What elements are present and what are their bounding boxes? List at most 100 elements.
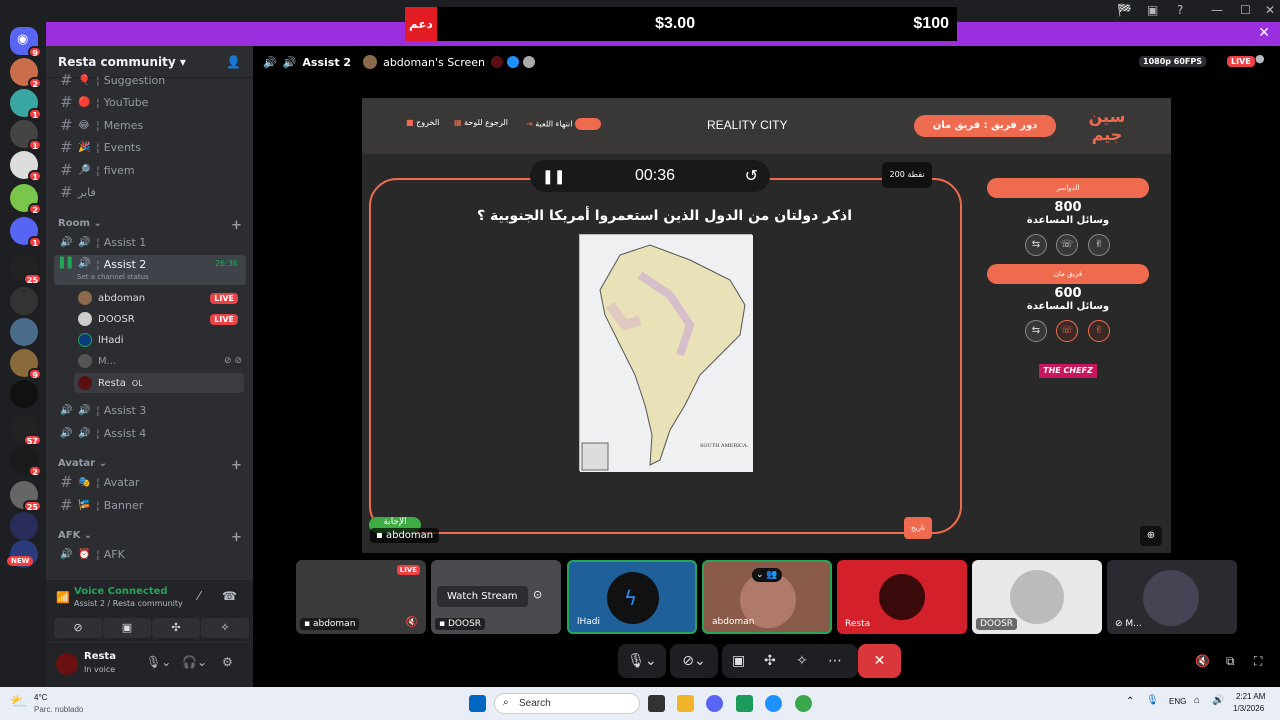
call-help-icon[interactable]: ☏ — [1056, 320, 1078, 342]
voice-channel-assist-4[interactable]: 🔊 🔊 ¦ Assist 4 — [54, 423, 246, 443]
screen-share-button[interactable]: ▣ — [103, 618, 151, 638]
view-icon[interactable]: ⊙ — [533, 588, 542, 601]
noise-suppression-icon[interactable]: ⁄ — [198, 589, 200, 603]
server-icon[interactable]: 2 — [10, 446, 42, 477]
minimize-button[interactable]: — — [1211, 3, 1223, 17]
tray-mic-icon[interactable]: 🎙 — [1146, 695, 1159, 706]
channel-memes[interactable]: # 😂 ¦ Memes — [54, 115, 246, 135]
category-room[interactable]: Room ⌄ + — [58, 218, 242, 233]
help-icon[interactable]: ? — [1177, 3, 1183, 17]
end-toggle[interactable] — [574, 118, 601, 130]
shared-screen[interactable]: ■ الخروج ▦ الرجوع للوحة ⇥ انتهاء اللعبة … — [362, 98, 1171, 553]
game-back-button[interactable]: ▦ الرجوع للوحة — [454, 118, 508, 127]
zoom-icon[interactable]: ⊕ — [1140, 526, 1162, 546]
fullscreen-icon[interactable]: ⛶ — [1254, 654, 1262, 669]
clock-time[interactable]: 2:21 AM — [1236, 692, 1265, 701]
watch-stream-button[interactable]: Watch Stream — [437, 586, 528, 607]
server-icon[interactable]: 57 — [10, 415, 42, 446]
channel-suggestion[interactable]: # 🎈 ¦ Suggestion — [54, 70, 246, 90]
history-button[interactable]: تاريخ — [904, 517, 932, 539]
add-channel-icon[interactable]: + — [231, 530, 242, 545]
channel-banner[interactable]: # 🎏 ¦ Banner — [54, 495, 246, 515]
taskbar-search[interactable]: ⌕ Search — [494, 693, 640, 714]
tray-chevron-icon[interactable]: ⌃ — [1126, 696, 1134, 707]
server-icon[interactable]: 2 — [10, 184, 42, 215]
add-channel-icon[interactable]: + — [231, 218, 242, 233]
sound-icon[interactable]: 🔊 — [1212, 695, 1224, 706]
voice-user-abdoman[interactable]: abdoman LIVE — [78, 288, 248, 308]
language-indicator[interactable]: ENG — [1169, 697, 1186, 706]
server-icon[interactable]: 25 — [10, 254, 42, 285]
voice-user-doosr[interactable]: DOOSR LIVE — [78, 309, 248, 329]
channel-youtube[interactable]: # 🔴 ¦ YouTube — [54, 92, 246, 112]
server-icon[interactable] — [10, 287, 38, 315]
participant-tile-abdoman-cam[interactable]: ⌄ 👥 abdoman — [702, 560, 832, 634]
tile-options-icon[interactable]: ⌄ 👥 — [752, 568, 782, 582]
close-window-button[interactable]: ✕ — [1265, 3, 1275, 17]
disconnect-icon[interactable]: ☎ — [222, 589, 237, 603]
voice-channel-assist-3[interactable]: 🔊 🔊 ¦ Assist 3 — [54, 400, 246, 420]
server-icon[interactable] — [10, 318, 38, 346]
soundboard-icon[interactable]: ✧ — [796, 644, 808, 678]
file-explorer-icon[interactable] — [677, 695, 694, 712]
soundboard-button[interactable]: ✧ — [201, 618, 249, 638]
swap-help-icon[interactable]: ⇆ — [1025, 320, 1047, 342]
participant-tile-doosr[interactable]: Watch Stream ⊙ ▪ DOOSR — [431, 560, 561, 634]
hand-help-icon[interactable]: ✌ — [1088, 320, 1110, 342]
channel-fivem[interactable]: # 🔎 ¦ fivem — [54, 160, 246, 180]
participant-tile-abdoman[interactable]: LIVE ▪ abdoman 🔇 — [296, 560, 426, 634]
more-icon[interactable]: ⋯ — [828, 644, 842, 678]
voice-user-resta[interactable]: Resta OL — [74, 373, 244, 393]
chrome-icon[interactable] — [795, 695, 812, 712]
participant-tile-doosr-avatar[interactable]: DOOSR — [972, 560, 1102, 634]
pause-icon[interactable]: ❚❚ — [542, 168, 565, 185]
server-icon[interactable]: 1 — [10, 217, 42, 248]
microphone-icon[interactable]: 🎙⌄ — [146, 655, 171, 669]
reset-icon[interactable]: ↺ — [745, 166, 758, 186]
ad-bar[interactable]: دعم $3.00 $100 — [405, 7, 957, 41]
microphone-button[interactable]: 🎙⌄ — [618, 644, 666, 678]
game-end-button[interactable]: ⇥ انتهاء اللعبة — [526, 118, 601, 130]
popout-icon[interactable]: ⧉ — [1226, 654, 1235, 669]
server-icon[interactable] — [10, 380, 38, 408]
participant-tile-m[interactable]: ⊘ M... — [1107, 560, 1237, 634]
weather-icon[interactable]: ⛅ — [10, 693, 27, 710]
app-icon[interactable] — [736, 695, 753, 712]
call-help-icon[interactable]: ☏ — [1056, 234, 1078, 256]
close-icon[interactable]: ✕ — [1258, 25, 1270, 41]
channel-status[interactable]: Set a channel status — [77, 273, 149, 281]
add-channel-icon[interactable]: + — [231, 458, 242, 473]
signal-icon[interactable]: 📶 — [56, 591, 70, 604]
screen-icon[interactable]: ▣ — [1147, 3, 1158, 17]
activities-icon[interactable]: ✣ — [764, 644, 776, 678]
channel-fire[interactable]: # فاير — [54, 182, 246, 202]
direct-messages-icon[interactable]: ◉ 9 — [10, 27, 42, 58]
server-icon[interactable]: 25 — [10, 481, 42, 512]
server-icon[interactable]: 1 — [10, 89, 42, 120]
camera-off-button[interactable]: ⊘ — [54, 618, 102, 638]
server-icon[interactable]: 9 — [10, 349, 42, 380]
category-avatar[interactable]: Avatar ⌄ + — [58, 458, 242, 473]
user-panel[interactable]: Resta In voice 🎙⌄ 🎧⌄ ⚙ — [46, 643, 253, 687]
camera-button[interactable]: ⊘⌄ — [670, 644, 718, 678]
channel-events[interactable]: # 🎉 ¦ Events — [54, 137, 246, 157]
participant-tile-resta[interactable]: Resta — [837, 560, 967, 634]
leave-call-button[interactable]: ✕ — [858, 644, 901, 678]
hand-help-icon[interactable]: ✌ — [1088, 234, 1110, 256]
avatar[interactable] — [56, 653, 78, 675]
clock-date[interactable]: 1/3/2026 — [1233, 704, 1264, 713]
server-icon[interactable]: 1 — [10, 151, 42, 182]
network-icon[interactable]: ⌂ — [1194, 695, 1200, 706]
voice-connected-subtitle[interactable]: Assist 2 / Resta community — [74, 599, 183, 608]
category-afk[interactable]: AFK ⌄ + — [58, 530, 242, 545]
screen-share-icon[interactable]: ▣ — [732, 644, 745, 678]
maximize-button[interactable]: ☐ — [1240, 3, 1251, 17]
server-icon[interactable]: 2 — [10, 58, 42, 89]
task-view-icon[interactable] — [648, 695, 665, 712]
invite-icon[interactable]: 👤 — [226, 55, 241, 69]
participant-tile-lhadi[interactable]: ϟ lHadi — [567, 560, 697, 634]
channel-avatar[interactable]: # 🎭 ¦ Avatar — [54, 472, 246, 492]
start-button[interactable] — [469, 695, 486, 712]
game-exit-button[interactable]: ■ الخروج — [406, 118, 439, 127]
edge-icon[interactable] — [765, 695, 782, 712]
